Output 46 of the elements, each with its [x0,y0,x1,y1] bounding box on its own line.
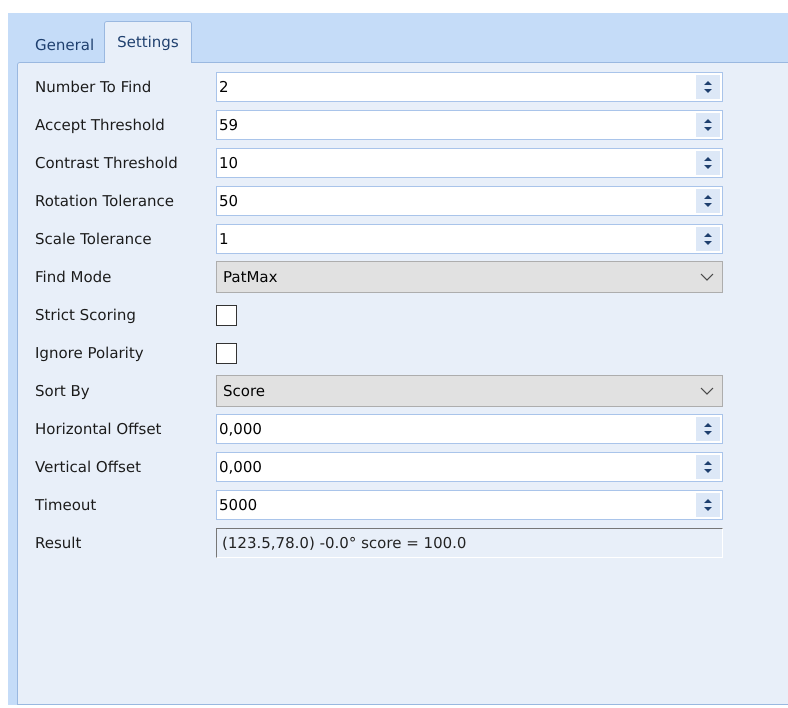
field-label: Sort By [35,380,91,402]
spin-field[interactable]: 0,000 [216,414,723,444]
tab[interactable]: Settings [104,21,192,63]
field-value: 0,000 [219,418,262,440]
field-label: Accept Threshold [35,114,166,136]
field-value: 5000 [219,494,258,516]
result-field: (123.5,78.0) -0.0° score = 100.0 [216,528,723,558]
checkbox[interactable] [216,304,237,326]
field-value: 10 [219,152,238,174]
checkbox[interactable] [216,342,237,364]
field-label: Horizontal Offset [35,418,162,440]
field-label: Find Mode [35,266,112,288]
field-label: Timeout [35,494,98,516]
field-label: Number To Find [35,76,152,98]
tab[interactable]: General [25,28,104,62]
spinner-arrows-icon[interactable] [696,227,720,251]
spin-field[interactable]: 50 [216,186,723,216]
spinner-arrows-icon[interactable] [696,455,720,479]
spinner-arrows-icon[interactable] [696,151,720,175]
dropdown[interactable]: PatMax [216,261,723,293]
spin-field[interactable]: 59 [216,110,723,140]
field-label: Scale Tolerance [35,228,153,250]
spin-field[interactable]: 5000 [216,490,723,520]
field-label: Vertical Offset [35,456,142,478]
field-label: Rotation Tolerance [35,190,176,212]
spin-field[interactable]: 10 [216,148,723,178]
field-value: 2 [219,76,229,98]
field-label: Result [35,532,82,554]
field-label: Strict Scoring [35,304,137,326]
spinner-arrows-icon[interactable] [696,75,720,99]
field-value: 50 [219,190,238,212]
spinner-arrows-icon[interactable] [696,113,720,137]
chevron-down-icon [700,387,714,395]
dropdown[interactable]: Score [216,375,723,407]
spinner-arrows-icon[interactable] [696,417,720,441]
field-value: 0,000 [219,456,262,478]
spin-field[interactable]: 1 [216,224,723,254]
field-value: 1 [219,228,229,250]
field-value: 59 [219,114,238,136]
spinner-arrows-icon[interactable] [696,189,720,213]
spin-field[interactable]: 0,000 [216,452,723,482]
spin-field[interactable]: 2 [216,72,723,102]
field-label: Contrast Threshold [35,152,179,174]
spinner-arrows-icon[interactable] [696,493,720,517]
field-label: Ignore Polarity [35,342,145,364]
chevron-down-icon [700,273,714,281]
